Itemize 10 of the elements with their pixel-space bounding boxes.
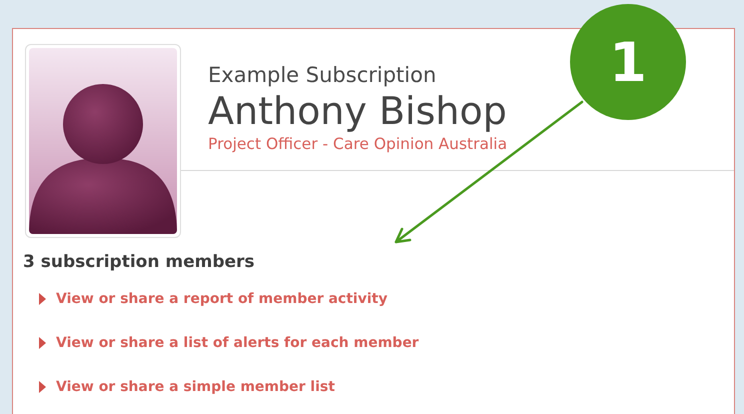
triangle-icon — [39, 337, 46, 349]
member-link[interactable]: View or share a list of alerts for each member — [39, 332, 734, 354]
members-heading: 3 subscription members — [23, 251, 256, 274]
subscription-title: Example Subscription — [208, 62, 438, 88]
member-link[interactable]: View or share a simple member list — [39, 376, 734, 398]
member-name: Anthony Bishop — [208, 88, 508, 134]
triangle-icon — [39, 381, 46, 393]
member-link[interactable]: View or share a report of member activity — [39, 288, 734, 310]
member-role: Project Officer - Care Opinion Australia — [208, 134, 508, 154]
triangle-icon — [39, 293, 46, 305]
